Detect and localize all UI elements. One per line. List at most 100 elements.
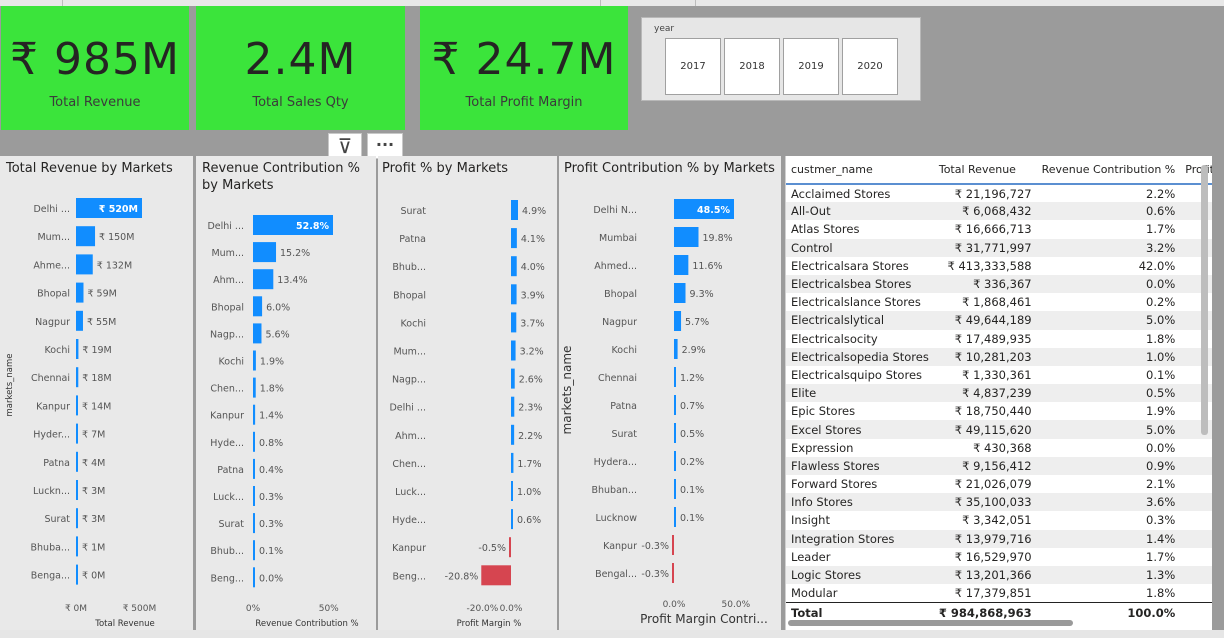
- table-row[interactable]: Electricalslytical ₹ 49,644,189 5.0%: [786, 311, 1212, 330]
- data-label: ₹ 14M: [82, 401, 111, 412]
- table-row[interactable]: Atlas Stores ₹ 16,666,713 1.7%: [786, 220, 1212, 238]
- table-row[interactable]: Control ₹ 31,771,997 3.2%: [786, 238, 1212, 257]
- slicer-option-2017[interactable]: 2017: [665, 38, 721, 95]
- category-label: Kanpur: [392, 543, 426, 554]
- data-label: 48.5%: [697, 205, 730, 216]
- total-sales-qty-card[interactable]: 2.4M Total Sales Qty: [196, 6, 405, 130]
- customer-name-cell: Electricalsopedia Stores: [791, 349, 929, 364]
- bar: [76, 423, 78, 444]
- customer-table-grid: custmer_name Total Revenue Revenue Contr…: [786, 156, 1212, 623]
- bar: [253, 323, 262, 344]
- data-label: 3.2%: [520, 347, 544, 358]
- customer-name-cell: Acclaimed Stores: [791, 186, 891, 201]
- category-label: Bhopal: [393, 290, 426, 301]
- data-label: ₹ 18M: [82, 373, 111, 384]
- total-revenue-cell: ₹ 17,379,851: [954, 585, 1032, 600]
- bar: [76, 395, 78, 416]
- total-revenue-card[interactable]: ₹ 985M Total Revenue: [1, 6, 189, 130]
- table-row[interactable]: Electricalslance Stores ₹ 1,868,461 0.2%: [786, 293, 1212, 311]
- table-row[interactable]: Modular ₹ 17,379,851 1.8%: [786, 584, 1212, 602]
- table-row[interactable]: Electricalsquipo Stores ₹ 1,330,361 0.1%: [786, 366, 1212, 384]
- slicer-option-2019[interactable]: 2019: [783, 38, 839, 95]
- total-revenue-cell: ₹ 13,979,716: [954, 531, 1032, 546]
- category-label: Surat: [611, 429, 637, 440]
- table-row[interactable]: Leader ₹ 16,529,970 1.7%: [786, 548, 1212, 566]
- table-row[interactable]: Acclaimed Stores ₹ 21,196,727 2.2%: [786, 184, 1212, 202]
- profit-margin-cell: [1180, 566, 1212, 584]
- table-row[interactable]: Flawless Stores ₹ 9,156,412 0.9%: [786, 456, 1212, 475]
- category-label: Bhopal: [604, 289, 637, 300]
- table-row[interactable]: Info Stores ₹ 35,100,033 3.6%: [786, 493, 1212, 512]
- data-label: 1.7%: [517, 459, 541, 470]
- table-row[interactable]: Logic Stores ₹ 13,201,366 1.3%: [786, 565, 1212, 585]
- slicer-option-2018[interactable]: 2018: [724, 38, 780, 95]
- column-header-customer[interactable]: custmer_name: [786, 156, 934, 185]
- data-label: 4.9%: [522, 206, 546, 217]
- category-label: Kochi: [45, 345, 70, 356]
- category-label: Patna: [217, 465, 244, 476]
- total-revenue-cell: ₹ 49,115,620: [954, 422, 1032, 437]
- table-row[interactable]: Forward Stores ₹ 21,026,079 2.1%: [786, 475, 1212, 493]
- bar: [76, 282, 84, 303]
- category-label: Mum...: [393, 347, 426, 358]
- bar: [674, 479, 676, 499]
- revenue-contribution-chart[interactable]: Delhi ... 52.8% Mum... 15.2% Ahm... 13.4% Bhop…: [196, 156, 376, 630]
- table-row[interactable]: Excel Stores ₹ 49,115,620 5.0%: [786, 420, 1212, 439]
- total-revenue-cell: ₹ 31,771,997: [954, 240, 1032, 255]
- total-revenue-cell: ₹ 413,333,588: [947, 258, 1032, 273]
- column-header-total-revenue[interactable]: Total Revenue: [933, 156, 1037, 185]
- slicer-option-2020[interactable]: 2020: [842, 38, 898, 95]
- table-row[interactable]: Expression ₹ 430,368 0.0%: [786, 439, 1212, 457]
- total-revenue-cell: ₹ 13,201,366: [954, 568, 1032, 583]
- category-label: Bhuban...: [592, 485, 638, 496]
- profit-contribution-chart[interactable]: Delhi N... 48.5% Mumbai 19.8% Ahmed... 11.6% B…: [559, 156, 781, 630]
- table-row[interactable]: Insight ₹ 3,342,051 0.3%: [786, 511, 1212, 529]
- table-row[interactable]: Integration Stores ₹ 13,979,716 1.4%: [786, 529, 1212, 548]
- bar: [253, 269, 274, 290]
- table-row[interactable]: Electricalsocity ₹ 17,489,935 1.8%: [786, 330, 1212, 348]
- bar: [674, 311, 682, 331]
- revenue-by-markets-chart[interactable]: Delhi ... ₹ 520M Mum... ₹ 150M Ahme... ₹ 132M…: [0, 156, 193, 630]
- table-row[interactable]: Epic Stores ₹ 18,750,440 1.9%: [786, 402, 1212, 420]
- table-row[interactable]: Electricalsbea Stores ₹ 336,367 0.0%: [786, 274, 1212, 294]
- category-label: Kanpur: [603, 541, 637, 552]
- chart-svg: Surat 4.9% Patna 4.1% Bhub... 4.0% Bhopal 3.9% K…: [389, 200, 546, 629]
- revenue-contribution-cell: 1.9%: [1146, 404, 1176, 419]
- card-value: 2.4M: [244, 34, 357, 85]
- revenue-contribution-cell: 5.0%: [1146, 422, 1176, 437]
- category-label: Hydera...: [594, 457, 637, 468]
- column-header-revenue-contribution[interactable]: Revenue Contribution %: [1036, 156, 1181, 185]
- table-horizontal-scrollbar[interactable]: [788, 620, 1073, 626]
- table-row[interactable]: Elite ₹ 4,837,239 0.5%: [786, 384, 1212, 403]
- revenue-contribution-cell: 0.0%: [1146, 440, 1176, 455]
- table-vertical-scrollbar[interactable]: [1201, 165, 1208, 435]
- customer-table[interactable]: custmer_name Total Revenue Revenue Contr…: [785, 156, 1212, 630]
- profit-percent-chart[interactable]: Surat 4.9% Patna 4.1% Bhub... 4.0% Bhopal 3.9% K…: [378, 156, 557, 630]
- data-label: 4.1%: [521, 234, 545, 245]
- year-slicer[interactable]: year 2017 2018 2019 2020: [641, 17, 921, 101]
- total-revenue-cell: ₹ 16,666,713: [954, 222, 1032, 237]
- category-label: Beng...: [393, 571, 426, 582]
- category-label: Nagp...: [392, 375, 426, 386]
- data-label: 2.9%: [682, 345, 706, 356]
- category-label: Kochi: [612, 345, 637, 356]
- revenue-contribution-cell: 0.3%: [1146, 513, 1176, 528]
- revenue-contribution-cell: 2.1%: [1146, 477, 1176, 492]
- table-row[interactable]: All-Out ₹ 6,068,432 0.6%: [786, 202, 1212, 221]
- table-row[interactable]: Electricalsopedia Stores ₹ 10,281,203 1.0%: [786, 347, 1212, 366]
- total-profit-margin-card[interactable]: ₹ 24.7M Total Profit Margin: [420, 6, 628, 130]
- customer-name-cell: Forward Stores: [791, 477, 878, 492]
- revenue-contribution-cell: 1.8%: [1146, 331, 1176, 346]
- x-axis-title: Profit Margin Contri...: [640, 612, 768, 626]
- bar: [253, 404, 256, 425]
- data-label: ₹ 4M: [82, 458, 105, 469]
- table-row[interactable]: Electricalsara Stores ₹ 413,333,588 42.0%: [786, 257, 1212, 275]
- data-label: 0.4%: [259, 465, 283, 476]
- bar: [674, 395, 676, 415]
- data-label: 0.2%: [680, 457, 704, 468]
- bar: [253, 486, 255, 506]
- bar: [511, 481, 513, 501]
- category-label: Mum...: [37, 232, 70, 243]
- data-label: 0.7%: [680, 401, 704, 412]
- revenue-contribution-cell: 5.0%: [1146, 313, 1176, 328]
